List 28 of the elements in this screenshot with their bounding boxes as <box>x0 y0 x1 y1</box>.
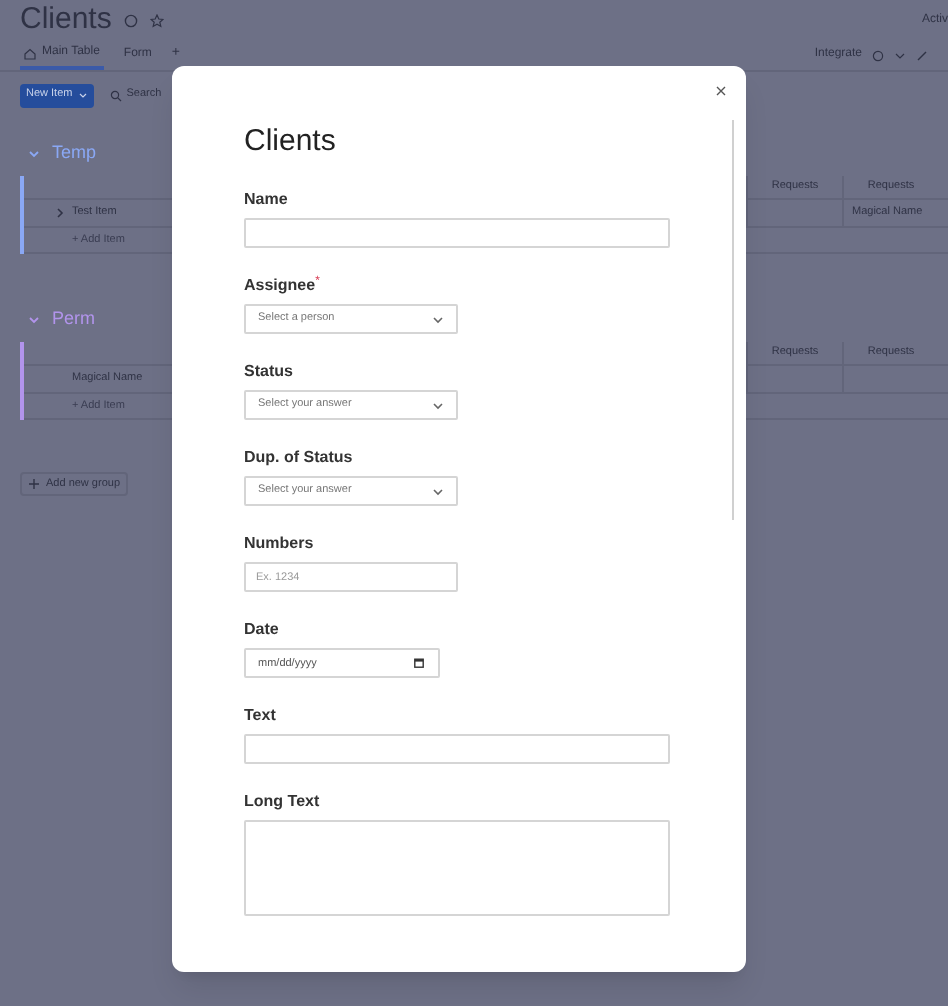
chevron-right-icon[interactable] <box>56 208 64 218</box>
field-label: Text <box>244 706 276 726</box>
home-icon <box>24 47 36 59</box>
plus-icon <box>28 478 40 490</box>
calendar-icon[interactable] <box>414 658 424 668</box>
textarea-field[interactable] <box>244 820 670 916</box>
field-label: Long Text <box>244 792 320 812</box>
chevron-down-icon <box>432 315 444 323</box>
field-label: Dup. of Status <box>244 448 353 468</box>
chevron-down-icon <box>432 401 444 409</box>
board-title: Clients <box>20 0 112 40</box>
chevron-down-icon[interactable] <box>894 49 906 61</box>
search-icon <box>110 89 123 101</box>
text-field[interactable] <box>244 218 670 248</box>
chevron-down-icon <box>432 487 444 495</box>
field-label: Status <box>244 362 293 382</box>
field-label: Name <box>244 190 288 210</box>
info-icon[interactable] <box>123 13 138 27</box>
text-field[interactable] <box>244 734 670 764</box>
field-label: Date <box>244 620 279 640</box>
field-label: Numbers <box>244 534 314 554</box>
field-label: Assignee <box>244 276 316 296</box>
form-title: Clients <box>244 126 338 158</box>
group-title[interactable]: Temp <box>52 140 97 168</box>
group-title[interactable]: Perm <box>52 306 96 334</box>
close-button[interactable] <box>712 82 728 98</box>
scrollbar[interactable] <box>731 120 734 520</box>
star-icon[interactable] <box>149 13 164 27</box>
